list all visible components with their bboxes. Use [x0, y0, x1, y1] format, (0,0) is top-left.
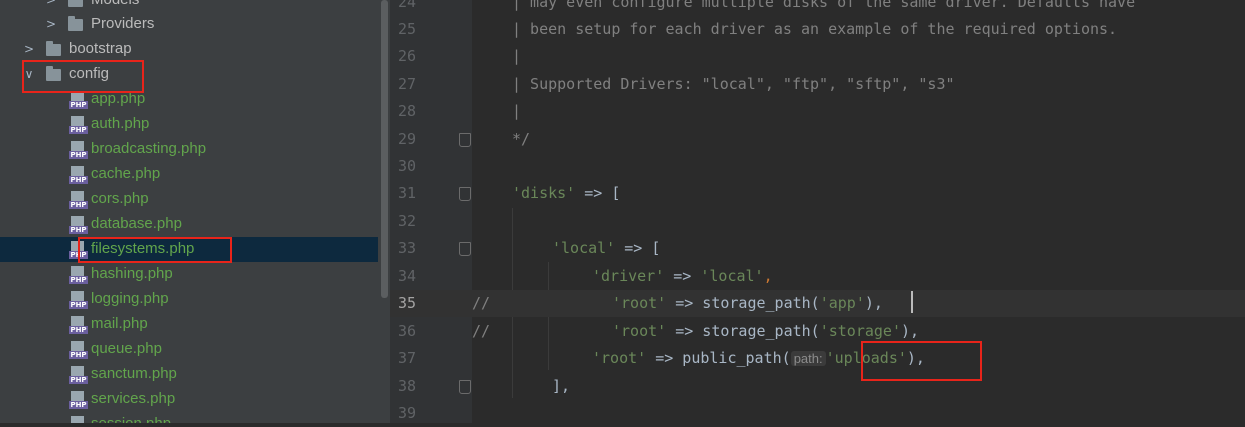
code-line-29: 29 */: [397, 130, 531, 148]
tree-item-file[interactable]: PHP sanctum.php: [0, 362, 378, 387]
tree-item-file[interactable]: PHP cache.php: [0, 162, 378, 187]
file-name: cache.php: [91, 165, 161, 182]
file-name: mail.php: [91, 315, 148, 332]
tree-item-file[interactable]: PHP logging.php: [0, 287, 378, 312]
file-name: hashing.php: [91, 265, 173, 282]
folder-icon: [46, 41, 61, 56]
php-file-icon: PHP: [69, 391, 88, 409]
tree-item-file[interactable]: PHP mail.php: [0, 312, 378, 337]
php-file-icon: PHP: [69, 366, 88, 384]
file-name: logging.php: [91, 290, 169, 307]
file-name: cors.php: [91, 190, 149, 207]
php-file-icon: PHP: [69, 316, 88, 334]
highlight-box-uploads: [861, 341, 982, 381]
code-line-30: 30: [397, 157, 416, 175]
code-line-38: 38 ],: [397, 377, 571, 395]
highlight-box-filesystems: [78, 237, 232, 263]
code-line-32: 32: [397, 212, 416, 230]
folder-icon: [68, 0, 83, 7]
file-name: broadcasting.php: [91, 140, 207, 157]
php-file-icon: PHP: [69, 141, 88, 159]
fold-marker-icon[interactable]: [459, 242, 471, 256]
code-line-27: 27 | Supported Drivers: "local", "ftp", …: [397, 75, 955, 93]
code-line-25: 25 | been setup for each driver as an ex…: [397, 20, 1118, 38]
code-line-34: 34 'driver' => 'local',: [397, 267, 773, 285]
php-file-icon: PHP: [69, 166, 88, 184]
folder-icon: [68, 16, 83, 31]
tree-item-file[interactable]: PHPsession.php: [0, 412, 378, 423]
tree-item-file[interactable]: PHP broadcasting.php: [0, 137, 378, 162]
chevron-right-icon[interactable]: >: [44, 0, 58, 9]
file-name: auth.php: [91, 115, 150, 132]
tree-item-file[interactable]: PHP auth.php: [0, 112, 378, 137]
code-line-28: 28 |: [397, 102, 522, 120]
file-name: database.php: [91, 215, 182, 232]
code-line-26: 26 |: [397, 47, 522, 65]
php-file-icon: PHP: [69, 216, 88, 234]
tree-item-bootstrap[interactable]: > bootstrap: [0, 37, 378, 62]
php-file-icon: PHP: [69, 91, 88, 109]
code-line-36: 36 // 'root' => storage_path('storage'),: [397, 322, 920, 340]
php-file-icon: PHP: [69, 116, 88, 134]
code-line-37: 37 'root' => public_path(path:'uploads')…: [397, 349, 925, 367]
tree-item-file[interactable]: PHP services.php: [0, 387, 378, 412]
sidebar-scroll-thumb[interactable]: [381, 0, 388, 298]
code-line-35: 35 // 'root' => storage_path('app'),: [390, 290, 1245, 317]
php-file-icon: PHP: [69, 291, 88, 309]
fold-marker-icon[interactable]: [459, 133, 471, 147]
tree-item-file[interactable]: PHP queue.php: [0, 337, 378, 362]
chevron-right-icon[interactable]: >: [22, 40, 36, 58]
file-name: sanctum.php: [91, 365, 177, 382]
php-file-icon: PHP: [69, 416, 88, 423]
parameter-hint: path:: [790, 351, 826, 366]
php-file-icon: PHP: [69, 341, 88, 359]
text-cursor: [911, 291, 913, 313]
code-line-31: 31 'disks' => [: [397, 184, 621, 202]
tree-item-file[interactable]: PHP cors.php: [0, 187, 378, 212]
highlight-box-config: [22, 60, 144, 93]
php-file-icon: PHP: [69, 266, 88, 284]
code-editor[interactable]: 24 | may even configure multiple disks o…: [390, 0, 1245, 423]
fold-marker-icon[interactable]: [459, 380, 471, 394]
tree-item-file[interactable]: PHP hashing.php: [0, 262, 378, 287]
file-name: queue.php: [91, 340, 162, 357]
code-line-24: 24 | may even configure multiple disks o…: [397, 0, 1136, 11]
chevron-right-icon[interactable]: >: [44, 15, 58, 33]
file-name: services.php: [91, 390, 176, 407]
fold-marker-icon[interactable]: [459, 187, 471, 201]
tree-item-file[interactable]: PHP database.php: [0, 212, 378, 237]
php-file-icon: PHP: [69, 191, 88, 209]
code-line-33: 33 'local' => [: [397, 239, 661, 257]
tree-item-providers[interactable]: > Providers: [0, 12, 378, 37]
file-name: session.php: [91, 415, 171, 423]
